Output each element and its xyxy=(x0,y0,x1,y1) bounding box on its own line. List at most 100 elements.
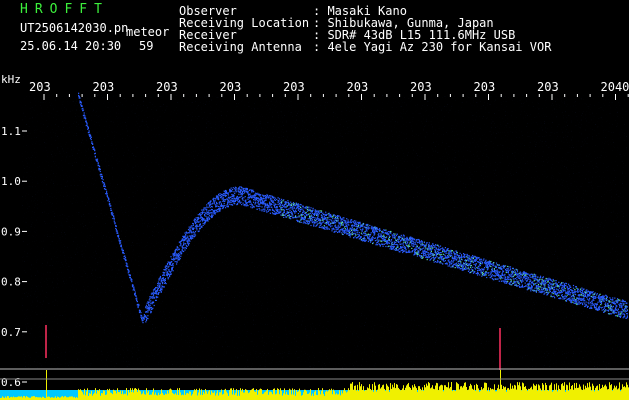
echo-pixel xyxy=(276,198,278,201)
echo-pixel xyxy=(562,282,564,284)
echo-pixel xyxy=(85,120,87,122)
echo-pixel xyxy=(593,306,596,308)
echo-pixel xyxy=(185,234,187,236)
echo-pixel xyxy=(237,198,239,200)
echo-pixel xyxy=(573,298,575,300)
echo-pixel xyxy=(327,224,330,226)
echo-pixel xyxy=(171,261,173,263)
echo-pixel xyxy=(155,299,157,301)
echo-pixel xyxy=(284,214,286,216)
echo-pixel xyxy=(88,131,90,133)
level-bar xyxy=(231,388,232,400)
echo-pixel xyxy=(502,270,505,272)
level-bar xyxy=(205,388,206,400)
echo-pixel xyxy=(305,222,307,225)
echo-pixel xyxy=(233,194,235,197)
echo-pixel xyxy=(167,278,169,280)
echo-pixel xyxy=(430,247,432,249)
echo-pixel xyxy=(507,268,509,270)
echo-pixel xyxy=(442,255,444,258)
echo-pixel xyxy=(282,213,284,215)
echo-pixel xyxy=(306,206,309,208)
echo-pixel xyxy=(125,259,127,261)
echo-pixel xyxy=(241,198,243,200)
echo-pixel xyxy=(490,260,492,263)
echo-pixel xyxy=(577,299,579,301)
echo-pixel xyxy=(505,265,507,267)
echo-pixel xyxy=(344,232,346,234)
echo-pixel xyxy=(407,245,409,247)
echo-pixel xyxy=(393,246,395,248)
level-bar xyxy=(334,391,335,400)
echo-pixel xyxy=(205,215,207,217)
echo-pixel xyxy=(334,215,337,217)
echo-pixel xyxy=(578,300,580,303)
echo-pixel xyxy=(410,251,412,253)
echo-pixel xyxy=(456,250,458,252)
echo-pixel xyxy=(312,220,314,223)
echo-pixel xyxy=(491,267,493,269)
echo-pixel xyxy=(131,281,133,283)
echo-pixel xyxy=(117,235,120,237)
echo-pixel xyxy=(107,200,109,202)
echo-pixel xyxy=(191,231,193,233)
echo-pixel xyxy=(591,307,593,309)
level-bar xyxy=(118,392,119,400)
echo-pixel xyxy=(242,202,244,204)
level-bar xyxy=(144,394,145,400)
echo-pixel xyxy=(227,205,229,207)
echo-pixel xyxy=(451,250,453,252)
echo-pixel xyxy=(447,252,449,255)
echo-pixel xyxy=(325,227,327,229)
echo-pixel xyxy=(435,247,437,249)
echo-pixel xyxy=(597,309,599,311)
echo-pixel xyxy=(621,311,624,313)
echo-pixel xyxy=(253,190,255,193)
echo-pixel xyxy=(458,265,460,267)
echo-pixel xyxy=(420,241,422,243)
level-bar xyxy=(396,384,397,400)
echo-pixel xyxy=(311,218,313,220)
echo-pixel xyxy=(537,287,540,289)
echo-pixel xyxy=(481,262,484,264)
level-bar xyxy=(332,394,333,400)
level-bar xyxy=(98,390,99,400)
echo-pixel xyxy=(327,227,329,229)
echo-pixel xyxy=(470,268,472,270)
echo-pixel xyxy=(397,244,399,246)
level-bar xyxy=(253,388,254,400)
level-bar xyxy=(329,389,330,400)
echo-pixel xyxy=(509,268,512,270)
level-bar xyxy=(355,385,356,400)
echo-pixel xyxy=(320,214,323,216)
echo-pixel xyxy=(222,206,225,208)
echo-pixel xyxy=(93,147,95,149)
echo-pixel xyxy=(558,294,560,296)
echo-pixel xyxy=(206,213,208,215)
echo-pixel xyxy=(626,313,628,315)
level-bar xyxy=(216,393,217,400)
echo-pixel xyxy=(625,308,627,310)
echo-pixel xyxy=(411,239,414,241)
echo-pixel xyxy=(528,284,530,286)
echo-pixel xyxy=(180,243,182,245)
echo-pixel xyxy=(303,207,305,209)
echo-pixel xyxy=(249,203,251,205)
echo-pixel xyxy=(141,315,143,317)
level-bar xyxy=(185,394,186,400)
echo-pixel xyxy=(312,207,314,209)
echo-pixel xyxy=(393,233,395,235)
echo-pixel xyxy=(519,275,521,277)
level-bar xyxy=(328,390,329,400)
echo-pixel xyxy=(348,221,350,223)
echo-pixel xyxy=(483,258,485,260)
echo-pixel xyxy=(558,281,560,283)
echo-pixel xyxy=(97,162,99,164)
echo-pixel xyxy=(445,251,447,253)
level-bar xyxy=(374,382,375,400)
echo-pixel xyxy=(190,226,192,228)
echo-pixel xyxy=(498,264,500,266)
echo-pixel xyxy=(366,234,368,236)
echo-pixel xyxy=(518,282,520,285)
echo-pixel xyxy=(241,187,243,189)
